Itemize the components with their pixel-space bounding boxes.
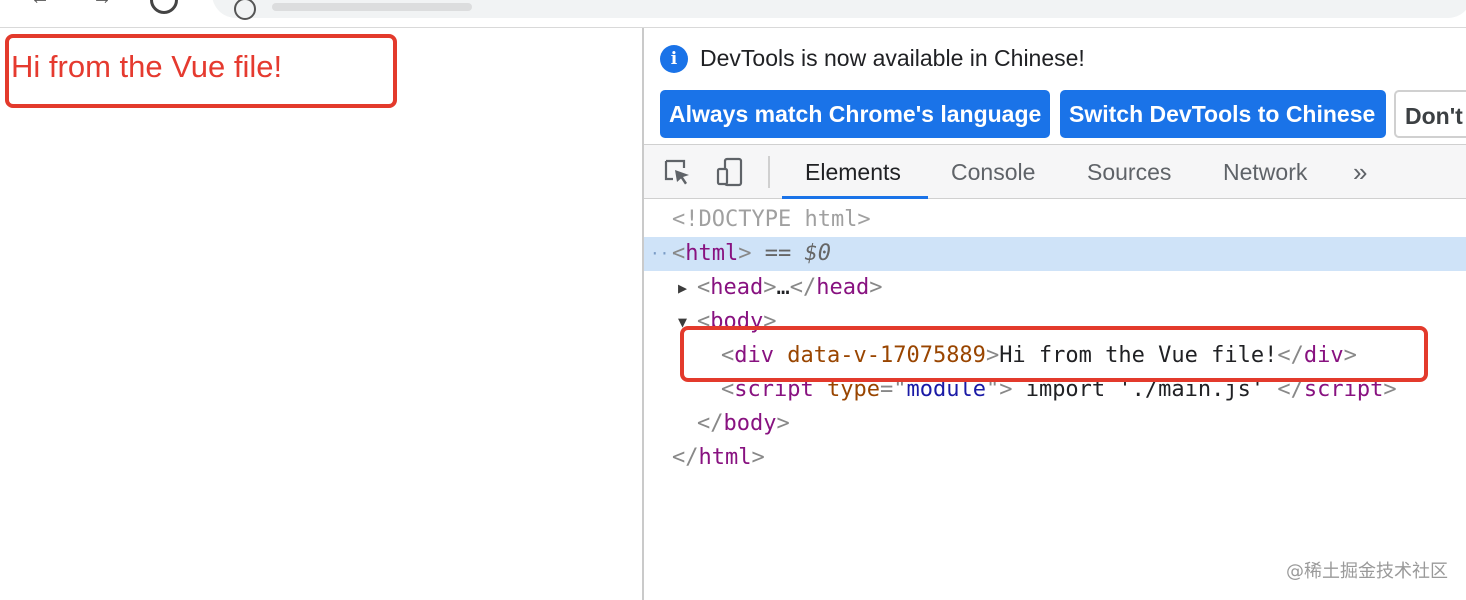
page-viewport: Hi from the Vue file!: [0, 28, 642, 600]
div-text-content: Hi from the Vue file!: [999, 343, 1278, 368]
forward-arrow-icon[interactable]: →: [92, 0, 112, 8]
html-tag-close: html: [698, 445, 752, 470]
script-tag-open: script: [734, 377, 814, 402]
collapse-triangle-icon[interactable]: ▼: [678, 305, 687, 339]
body-tag-open: body: [710, 309, 764, 334]
div-attribute: data-v-17075889: [787, 343, 986, 368]
always-match-language-button[interactable]: Always match Chrome's language: [660, 90, 1050, 138]
back-arrow-icon[interactable]: ←: [30, 0, 50, 8]
page-greeting-text: Hi from the Vue file!: [11, 49, 283, 84]
dom-node-body-open[interactable]: ▼ <body>: [644, 305, 1466, 339]
doctype-text: <!DOCTYPE html>: [672, 207, 871, 232]
switch-to-chinese-button[interactable]: Switch DevTools to Chinese: [1060, 90, 1386, 138]
selected-marker: == $0: [764, 241, 831, 266]
head-tag-open: head: [710, 275, 764, 300]
div-tag-close: div: [1303, 343, 1344, 368]
toolbar-separator: [768, 156, 770, 188]
script-attribute: type: [826, 377, 880, 402]
tab-network[interactable]: Network: [1223, 145, 1307, 199]
dom-node-div[interactable]: <div data-v-17075889>Hi from the Vue fil…: [644, 339, 1466, 373]
dom-node-body-close[interactable]: </body>: [644, 407, 1466, 441]
body-tag-close: body: [723, 411, 777, 436]
site-info-icon[interactable]: [234, 0, 256, 20]
tab-elements[interactable]: Elements: [805, 145, 901, 199]
language-infobar: i DevTools is now available in Chinese! …: [644, 28, 1466, 144]
dom-node-script[interactable]: <script type="module"> import './main.js…: [644, 373, 1466, 407]
dom-node-html-close[interactable]: </html>: [644, 441, 1466, 475]
more-tabs-chevron-icon[interactable]: »: [1353, 145, 1367, 199]
device-toolbar-icon[interactable]: [715, 157, 745, 187]
url-text: [272, 3, 472, 11]
expand-triangle-icon[interactable]: ▶: [678, 271, 687, 305]
devtools-panel: i DevTools is now available in Chinese! …: [644, 28, 1466, 600]
browser-toolbar: ← →: [0, 0, 1466, 28]
reload-icon[interactable]: [150, 0, 178, 14]
head-tag-close: head: [816, 275, 870, 300]
script-attribute-value: module: [906, 377, 986, 402]
script-tag-close: script: [1303, 377, 1384, 402]
tab-sources[interactable]: Sources: [1087, 145, 1171, 199]
tab-console[interactable]: Console: [951, 145, 1035, 199]
info-icon: i: [660, 45, 688, 73]
dom-node-html[interactable]: ··· <html> == $0: [644, 237, 1466, 271]
head-ellipsis: …: [776, 275, 790, 300]
script-text-content: import './main.js': [1012, 377, 1278, 402]
dom-node-head[interactable]: ▶ <head>…</head>: [644, 271, 1466, 305]
div-tag-open: div: [734, 343, 774, 368]
address-bar[interactable]: [212, 0, 1466, 20]
elements-dom-tree: <!DOCTYPE html> ··· <html> == $0 ▶ <head…: [644, 199, 1466, 600]
inspect-element-icon[interactable]: [662, 157, 692, 187]
dom-node-doctype[interactable]: <!DOCTYPE html>: [644, 203, 1466, 237]
infobar-message: DevTools is now available in Chinese!: [700, 45, 1085, 71]
dont-show-again-button[interactable]: Don't: [1394, 90, 1466, 138]
devtools-toolbar: Elements Console Sources Network »: [644, 144, 1466, 199]
watermark-text: @稀土掘金技术社区: [1286, 561, 1448, 582]
html-tag: html: [685, 241, 739, 266]
